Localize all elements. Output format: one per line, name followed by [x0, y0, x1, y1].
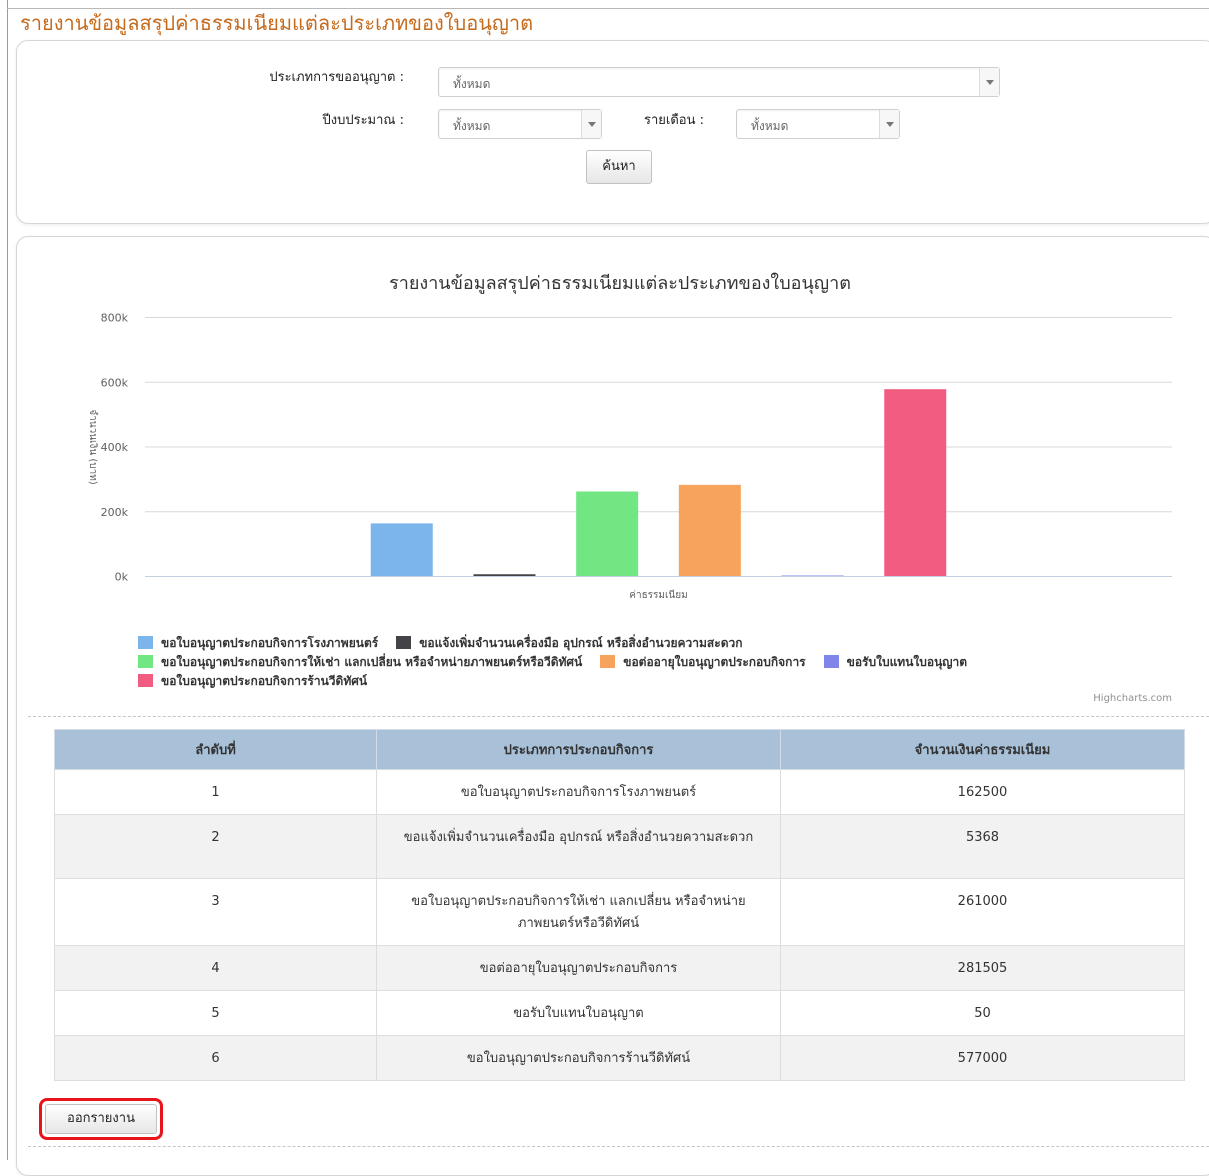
- legend-row: ขอใบอนุญาตประกอบกิจการให้เช่า แลกเปลี่ยน…: [138, 653, 1178, 672]
- bar: [473, 574, 536, 576]
- bar: [781, 575, 844, 576]
- table-cell: 261000: [780, 878, 1185, 946]
- table-cell: ขอใบอนุญาตประกอบกิจการโรงภาพยนตร์: [376, 769, 781, 815]
- divider: [28, 1146, 1209, 1147]
- table-cell: ขอแจ้งเพิ่มจำนวนเครื่องมือ อุปกรณ์ หรือส…: [376, 814, 781, 879]
- y-tick-label: 200k: [101, 506, 129, 519]
- bar: [678, 484, 741, 576]
- y-tick-label: 400k: [101, 441, 129, 454]
- legend-item[interactable]: ขอใบอนุญาตประกอบกิจการให้เช่า แลกเปลี่ยน…: [138, 653, 582, 672]
- column-header: ประเภทการประกอบกิจการ: [376, 729, 781, 770]
- legend-row: ขอใบอนุญาตประกอบกิจการโรงภาพยนตร์ ขอแจ้งเ…: [138, 634, 1178, 653]
- y-axis-label: จำนวนเงิน (บาท): [87, 409, 98, 485]
- legend-item[interactable]: ขอรับใบแทนใบอนุญาต: [823, 653, 968, 672]
- table-cell: 5368: [780, 814, 1185, 879]
- table-cell: 577000: [780, 1035, 1185, 1081]
- legend-swatch-icon: [823, 655, 839, 668]
- y-tick-label: 0k: [115, 571, 129, 584]
- bar: [370, 523, 433, 576]
- table-cell: ขอรับใบแทนใบอนุญาต: [376, 990, 781, 1036]
- bar: [884, 389, 947, 576]
- fee-bar-chart: 0k 200k 400k 600k 800k ค่าธรรมเนียม จำนวนเงิน …: [87, 312, 1172, 601]
- column-header: จำนวนเงินค่าธรรมเนียม: [780, 729, 1185, 770]
- y-tick-label: 800k: [101, 312, 129, 325]
- export-report-button[interactable]: ออกรายงาน: [45, 1104, 157, 1134]
- table-row: 1 ขอใบอนุญาตประกอบกิจการโรงภาพยนตร์ 1625…: [54, 769, 1185, 815]
- legend-label: ขอใบอนุญาตประกอบกิจการร้านวีดิทัศน์: [161, 674, 368, 688]
- table-row: 3 ขอใบอนุญาตประกอบกิจการให้เช่า แลกเปลี่…: [54, 878, 1185, 946]
- legend-item[interactable]: ขอต่ออายุใบอนุญาตประกอบกิจการ: [600, 653, 806, 672]
- table-cell: 3: [54, 878, 377, 946]
- legend-label: ขอต่ออายุใบอนุญาตประกอบกิจการ: [623, 655, 806, 669]
- table-cell: 4: [54, 945, 377, 991]
- y-tick-label: 600k: [101, 376, 129, 389]
- chart-legend: ขอใบอนุญาตประกอบกิจการโรงภาพยนตร์ ขอแจ้งเ…: [138, 634, 1178, 691]
- table-cell: ขอต่ออายุใบอนุญาตประกอบกิจการ: [376, 945, 781, 991]
- legend-item[interactable]: ขอใบอนุญาตประกอบกิจการโรงภาพยนตร์: [138, 634, 378, 653]
- column-header: ลำดับที่: [54, 729, 377, 770]
- legend-item[interactable]: ขอใบอนุญาตประกอบกิจการร้านวีดิทัศน์: [138, 672, 367, 691]
- legend-swatch-icon: [600, 655, 616, 668]
- table-cell: 162500: [780, 769, 1185, 815]
- table-cell: 2: [54, 814, 377, 879]
- bar: [576, 491, 639, 576]
- table-cell: 281505: [780, 945, 1185, 991]
- legend-label: ขอใบอนุญาตประกอบกิจการโรงภาพยนตร์: [161, 636, 379, 650]
- table-row: 2 ขอแจ้งเพิ่มจำนวนเครื่องมือ อุปกรณ์ หรื…: [54, 814, 1185, 879]
- x-axis-label: ค่าธรรมเนียม: [629, 589, 687, 601]
- table-row: 6 ขอใบอนุญาตประกอบกิจการร้านวีดิทัศน์ 57…: [54, 1035, 1185, 1081]
- table-header-row: ลำดับที่ ประเภทการประกอบกิจการ จำนวนเงิน…: [54, 729, 1185, 770]
- legend-row: ขอใบอนุญาตประกอบกิจการร้านวีดิทัศน์: [138, 672, 1178, 691]
- table-row: 4 ขอต่ออายุใบอนุญาตประกอบกิจการ 281505: [54, 945, 1185, 991]
- legend-swatch-icon: [396, 636, 412, 649]
- table-cell: ขอใบอนุญาตประกอบกิจการให้เช่า แลกเปลี่ยน…: [376, 878, 781, 946]
- legend-label: ขอรับใบแทนใบอนุญาต: [846, 655, 968, 669]
- legend-swatch-icon: [138, 655, 153, 668]
- table-row: 5 ขอรับใบแทนใบอนุญาต 50: [54, 990, 1185, 1036]
- table-cell: ขอใบอนุญาตประกอบกิจการร้านวีดิทัศน์: [376, 1035, 781, 1081]
- divider: [28, 716, 1209, 717]
- chart-credits[interactable]: Highcharts.com: [1093, 693, 1172, 704]
- fee-table: ลำดับที่ ประเภทการประกอบกิจการ จำนวนเงิน…: [54, 729, 1185, 1081]
- table-cell: 6: [54, 1035, 377, 1081]
- legend-swatch-icon: [138, 636, 153, 649]
- table-cell: 1: [54, 769, 377, 815]
- table-cell: 50: [780, 990, 1185, 1036]
- table-cell: 5: [54, 990, 377, 1036]
- legend-label: ขอใบอนุญาตประกอบกิจการให้เช่า แลกเปลี่ยน…: [161, 655, 583, 669]
- legend-swatch-icon: [138, 674, 153, 687]
- legend-item[interactable]: ขอแจ้งเพิ่มจำนวนเครื่องมือ อุปกรณ์ หรือส…: [396, 634, 742, 653]
- legend-label: ขอแจ้งเพิ่มจำนวนเครื่องมือ อุปกรณ์ หรือส…: [419, 636, 743, 650]
